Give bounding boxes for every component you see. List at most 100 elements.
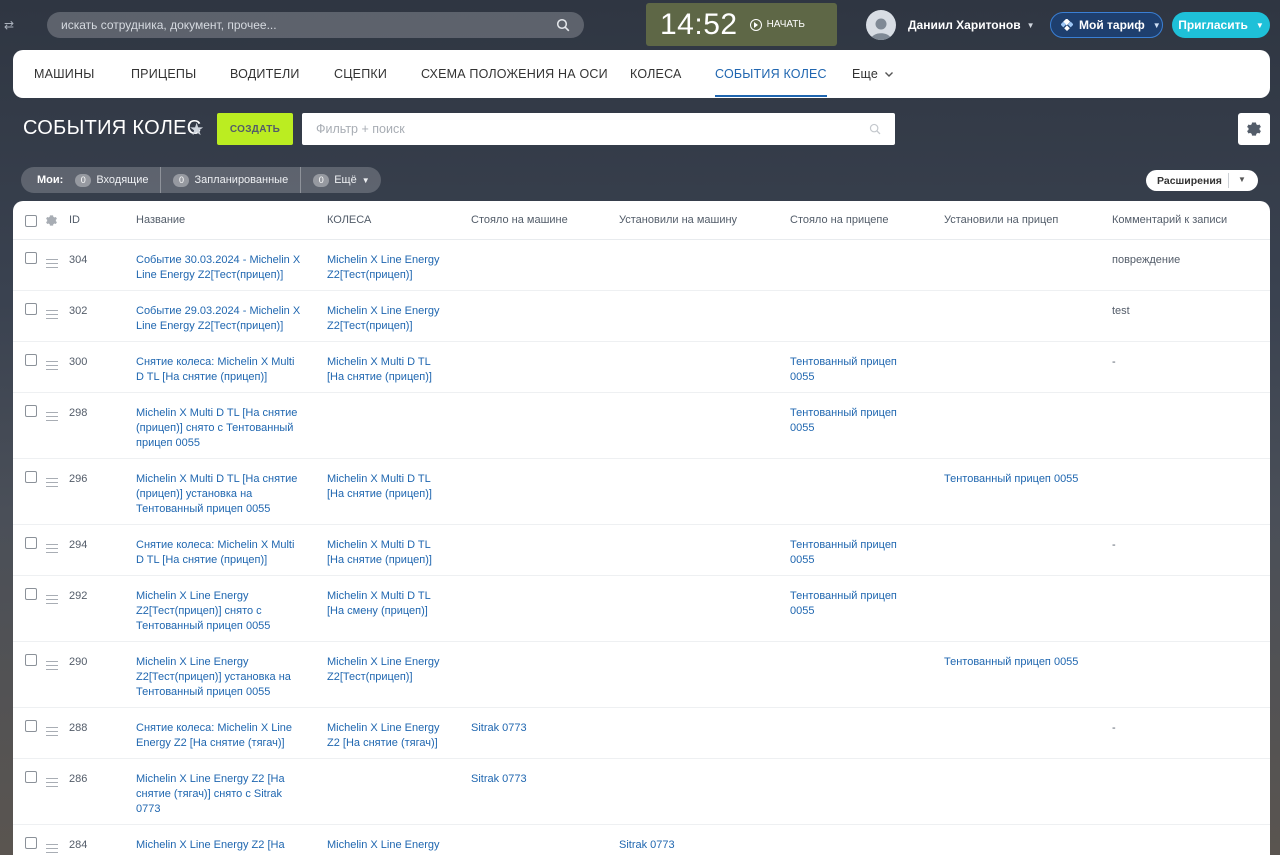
counter-planned[interactable]: 0 Запланированные <box>173 173 288 187</box>
row-checkbox[interactable] <box>25 252 37 264</box>
row-checkbox[interactable] <box>25 471 37 483</box>
tab-wheels[interactable]: КОЛЕСА <box>630 50 682 98</box>
create-button[interactable]: СОЗДАТЬ <box>217 113 293 145</box>
cell-installed-on-trailer[interactable]: Тентованный прицеп 0055 <box>944 655 1078 670</box>
table-row[interactable]: 300 Снятие колеса: Michelin X Multi D TL [… <box>13 342 1270 393</box>
row-checkbox[interactable] <box>25 654 37 666</box>
table-row[interactable]: 284 Michelin X Line Energy Z2 [Наснятие (… <box>13 825 1270 855</box>
column-header-installed-on-trailer[interactable]: Установили на прицеп <box>944 214 1058 226</box>
row-menu-icon[interactable] <box>46 310 58 319</box>
row-checkbox[interactable] <box>25 720 37 732</box>
row-checkbox[interactable] <box>25 405 37 417</box>
gear-icon[interactable] <box>46 215 57 226</box>
select-all-checkbox[interactable] <box>25 215 37 227</box>
invite-button[interactable]: Пригласить ▼ <box>1172 12 1270 38</box>
cell-name[interactable]: Снятие колеса: Michelin X Multi D TL [На … <box>136 355 294 385</box>
search-icon[interactable] <box>869 123 881 135</box>
cell-installed-on-car[interactable]: Sitrak 0773 <box>619 838 675 853</box>
counter-more[interactable]: 0 Ещё ▼ <box>313 173 370 187</box>
row-checkbox[interactable] <box>25 354 37 366</box>
star-icon[interactable]: ★ <box>189 120 204 140</box>
cell-wheel[interactable]: Michelin X Line Energy Z2[Тест(прицеп)] <box>327 655 440 685</box>
avatar[interactable] <box>866 10 896 40</box>
row-checkbox[interactable] <box>25 537 37 549</box>
counter-incoming[interactable]: 0 Входящие <box>75 173 148 187</box>
search-icon[interactable] <box>556 18 570 32</box>
my-tariff-button[interactable]: Мой тариф ▼ <box>1050 12 1163 38</box>
settings-button[interactable] <box>1238 113 1270 145</box>
row-menu-icon[interactable] <box>46 727 58 736</box>
cell-was-on-trailer[interactable]: Тентованный прицеп 0055 <box>790 538 897 568</box>
cell-name[interactable]: Снятие колеса: Michelin X Line Energy Z2 … <box>136 721 292 751</box>
row-checkbox[interactable] <box>25 837 37 849</box>
row-menu-icon[interactable] <box>46 259 58 268</box>
table-row[interactable]: 304 Событие 30.03.2024 - Michelin X Line E… <box>13 240 1270 291</box>
tab-more[interactable]: Еще <box>852 50 894 98</box>
row-menu-icon[interactable] <box>46 661 58 670</box>
column-header-wheels[interactable]: КОЛЕСА <box>327 214 371 226</box>
table-row[interactable]: 294 Снятие колеса: Michelin X Multi D TL [… <box>13 525 1270 576</box>
cell-wheel[interactable]: Michelin X Line Energy Z2[Тест(прицеп)] <box>327 253 440 283</box>
cell-wheel[interactable]: Michelin X Multi D TL [На снятие (прицеп)… <box>327 538 432 568</box>
row-menu-icon[interactable] <box>46 412 58 421</box>
extensions-button[interactable]: Расширения ▼ <box>1146 170 1258 191</box>
table-row[interactable]: 296 Michelin X Multi D TL [На снятие (приц… <box>13 459 1270 525</box>
filter-search-input[interactable]: Фильтр + поиск <box>302 113 895 145</box>
column-header-installed-on-car[interactable]: Установили на машину <box>619 214 737 226</box>
row-menu-icon[interactable] <box>46 544 58 553</box>
work-day-widget[interactable]: 14:52 НАЧАТЬ <box>646 3 837 46</box>
menu-toggle-icon[interactable]: ⇄ <box>4 18 14 32</box>
table-row[interactable]: 288 Снятие колеса: Michelin X Line Energy … <box>13 708 1270 759</box>
table-row[interactable]: 290 Michelin X Line Energy Z2[Тест(прицеп)… <box>13 642 1270 708</box>
cell-name[interactable]: Michelin X Multi D TL [На снятие (прицеп)… <box>136 472 297 517</box>
cell-wheel[interactable]: Michelin X Line Energy Z2[Тест(прицеп)] <box>327 304 440 334</box>
tab-trailers[interactable]: ПРИЦЕПЫ <box>131 50 196 98</box>
tab-drivers[interactable]: ВОДИТЕЛИ <box>230 50 300 98</box>
cell-wheel[interactable]: Michelin X Multi D TL [На смену (прицеп)] <box>327 589 431 619</box>
table-row[interactable]: 302 Событие 29.03.2024 - Michelin X Line E… <box>13 291 1270 342</box>
tab-couplings[interactable]: СЦЕПКИ <box>334 50 387 98</box>
cell-installed-on-trailer[interactable]: Тентованный прицеп 0055 <box>944 472 1078 487</box>
cell-name[interactable]: Событие 29.03.2024 - Michelin X Line Ener… <box>136 304 300 334</box>
row-menu-icon[interactable] <box>46 844 58 853</box>
start-workday-button[interactable]: НАЧАТЬ <box>749 18 805 31</box>
row-menu-icon[interactable] <box>46 361 58 370</box>
cell-name[interactable]: Событие 30.03.2024 - Michelin X Line Ener… <box>136 253 300 283</box>
cell-name[interactable]: Michelin X Line Energy Z2 [Наснятие (тяг… <box>136 772 285 817</box>
column-header-was-on-trailer[interactable]: Стояло на прицепе <box>790 214 888 226</box>
cell-wheel-line: [На снятие (прицеп)] <box>327 554 432 566</box>
table-row[interactable]: 298 Michelin X Multi D TL [На снятие (приц… <box>13 393 1270 459</box>
row-checkbox[interactable] <box>25 303 37 315</box>
row-checkbox[interactable] <box>25 588 37 600</box>
tab-machines[interactable]: МАШИНЫ <box>34 50 94 98</box>
table-row[interactable]: 286 Michelin X Line Energy Z2 [На снятие (… <box>13 759 1270 825</box>
cell-name[interactable]: Michelin X Line Energy Z2 [Наснятие (тяг… <box>136 838 285 855</box>
cell-wheel[interactable]: Michelin X Line EnergyZ2 [На снятие (тяг… <box>327 721 440 751</box>
cell-was-on-trailer[interactable]: Тентованный прицеп 0055 <box>790 355 897 385</box>
tab-axle-scheme[interactable]: СХЕМА ПОЛОЖЕНИЯ НА ОСИ <box>421 50 608 98</box>
cell-wheel[interactable]: Michelin X Multi D TL [На снятие (прицеп)… <box>327 355 432 385</box>
cell-name[interactable]: Michelin X Line Energy Z2[Тест(прицеп)] у… <box>136 655 291 700</box>
column-header-name[interactable]: Название <box>136 214 185 226</box>
cell-name-line: (прицеп)] снято с Тентованный <box>136 422 294 434</box>
cell-was-on-car[interactable]: Sitrak 0773 <box>471 721 527 736</box>
user-menu[interactable]: Даниил Харитонов ▼ <box>866 10 1035 40</box>
cell-was-on-trailer[interactable]: Тентованный прицеп 0055 <box>790 589 897 619</box>
row-menu-icon[interactable] <box>46 478 58 487</box>
cell-wheel[interactable]: Michelin X Line EnergyZ2 [На снятие (тяг… <box>327 838 440 855</box>
cell-was-on-trailer[interactable]: Тентованный прицеп 0055 <box>790 406 897 436</box>
cell-name[interactable]: Michelin X Line Energy Z2[Тест(прицеп)] с… <box>136 589 270 634</box>
row-checkbox[interactable] <box>25 771 37 783</box>
cell-name[interactable]: Снятие колеса: Michelin X Multi D TL [На … <box>136 538 294 568</box>
column-header-id[interactable]: ID <box>69 214 80 226</box>
cell-wheel[interactable]: Michelin X Multi D TL [На снятие (прицеп)… <box>327 472 432 502</box>
tab-wheel-events[interactable]: СОБЫТИЯ КОЛЕС <box>715 50 827 98</box>
cell-was-on-car[interactable]: Sitrak 0773 <box>471 772 527 787</box>
global-search-input[interactable]: искать сотрудника, документ, прочее... <box>47 12 584 38</box>
column-header-was-on-car[interactable]: Стояло на машине <box>471 214 568 226</box>
column-header-comment[interactable]: Комментарий к записи <box>1112 214 1227 226</box>
row-menu-icon[interactable] <box>46 778 58 787</box>
table-row[interactable]: 292 Michelin X Line Energy Z2[Тест(прицеп)… <box>13 576 1270 642</box>
row-menu-icon[interactable] <box>46 595 58 604</box>
cell-name[interactable]: Michelin X Multi D TL [На снятие (прицеп)… <box>136 406 297 451</box>
